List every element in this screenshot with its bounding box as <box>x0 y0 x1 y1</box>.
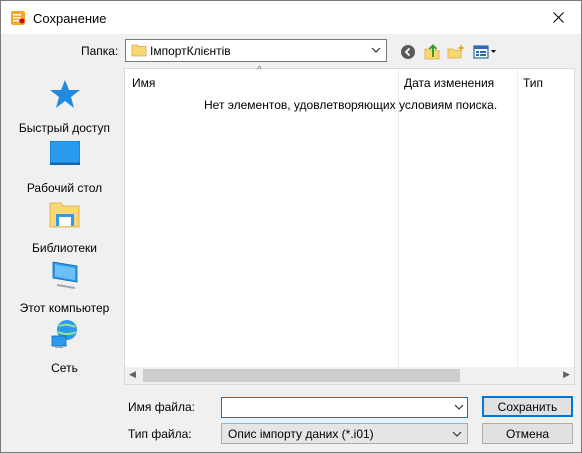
column-name[interactable]: Имя <box>132 76 155 90</box>
close-icon <box>552 12 564 23</box>
scroll-right-icon[interactable]: ▶ <box>563 369 570 380</box>
filetype-label: Тип файла: <box>128 427 192 441</box>
place-quick-access[interactable]: Быстрый доступ <box>8 78 121 138</box>
title-bar[interactable]: Сохранение <box>1 1 581 34</box>
location-label: Папка: <box>81 44 119 58</box>
computer-icon <box>52 261 78 289</box>
place-label: Библиотеки <box>31 241 97 255</box>
empty-message: Нет элементов, удовлетворяющих условиям … <box>204 98 498 112</box>
place-libraries[interactable]: Библиотеки <box>8 198 121 258</box>
star-icon <box>50 80 80 108</box>
new-folder-button[interactable] <box>446 42 466 62</box>
place-label: Этот компьютер <box>19 301 110 315</box>
back-icon <box>401 45 415 59</box>
place-label: Сеть <box>51 361 78 375</box>
chevron-down-icon[interactable] <box>451 428 463 440</box>
folder-icon <box>131 44 147 57</box>
filetype-value: Опис імпорту даних (*.i01) <box>228 427 374 441</box>
column-type[interactable]: Тип <box>523 76 543 90</box>
libraries-icon <box>49 202 80 228</box>
place-this-pc[interactable]: Этот компьютер <box>8 258 121 318</box>
save-button[interactable]: Сохранить <box>482 396 573 417</box>
place-desktop[interactable]: Рабочий стол <box>8 138 121 198</box>
column-divider[interactable] <box>398 69 399 368</box>
close-button[interactable] <box>535 1 581 34</box>
scroll-left-icon[interactable]: ◀ <box>129 369 136 380</box>
place-label: Рабочий стол <box>26 181 103 195</box>
up-folder-icon <box>424 44 440 60</box>
back-button[interactable] <box>398 42 418 62</box>
window-title: Сохранение <box>33 11 107 26</box>
location-value: ІмпортКлієнтів <box>150 44 231 58</box>
view-menu-icon <box>473 45 496 59</box>
network-icon <box>51 320 77 348</box>
desktop-icon <box>50 141 80 165</box>
app-icon <box>11 11 25 25</box>
filename-input[interactable] <box>221 397 468 418</box>
new-folder-icon <box>447 44 465 59</box>
places-bar: Быстрый доступ Рабочий стол Библиотеки Э… <box>8 68 121 385</box>
sort-ascending-icon: ^ <box>257 65 262 76</box>
place-label: Быстрый доступ <box>18 121 111 135</box>
place-network[interactable]: Сеть <box>8 318 121 378</box>
column-date[interactable]: Дата изменения <box>404 76 494 90</box>
cancel-button[interactable]: Отмена <box>482 423 573 444</box>
location-combo[interactable]: ІмпортКлієнтів <box>125 39 387 62</box>
filename-label: Имя файла: <box>128 400 195 414</box>
up-folder-button[interactable] <box>422 42 442 62</box>
scrollbar-thumb[interactable] <box>143 369 460 382</box>
file-list[interactable]: ^ Имя Дата изменения Тип Нет элементов, … <box>124 65 575 385</box>
chevron-down-icon[interactable] <box>370 44 382 56</box>
view-menu-button[interactable] <box>472 42 498 62</box>
chevron-down-icon[interactable] <box>453 401 465 413</box>
filetype-select[interactable]: Опис імпорту даних (*.i01) <box>221 423 468 444</box>
save-dialog: Сохранение Папка: ІмпортКлієнтів Быстрый… <box>0 0 582 453</box>
column-divider[interactable] <box>517 69 518 368</box>
horizontal-scrollbar[interactable]: ◀ ▶ <box>125 367 574 384</box>
